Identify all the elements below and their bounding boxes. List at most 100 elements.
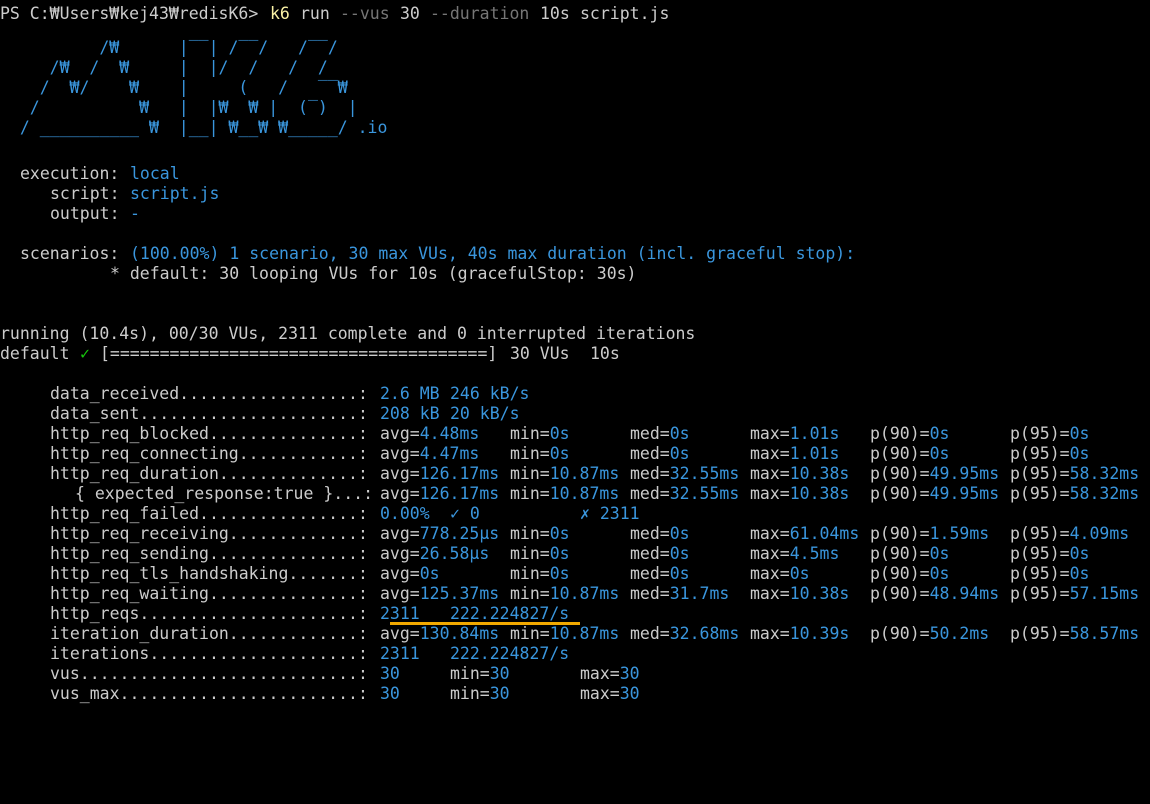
stat-p95: p(95)=0s [1010, 564, 1090, 583]
check-icon: ✓ [80, 344, 90, 363]
command-prompt-line: PS C:₩Users₩kej43₩redisK6> k6 run --vus … [0, 4, 669, 24]
stat-avg: avg=0s [380, 564, 440, 583]
metric-row-vus: vus............................: 30 min=… [0, 664, 640, 684]
stat-min: min=0s [510, 564, 570, 583]
stat-p95: p(95)=58.32ms [1010, 464, 1140, 483]
script-line: script: script.js [0, 184, 219, 204]
stat-med: med=32.55ms [630, 464, 740, 483]
metric-name: data_sent......................: [50, 404, 368, 423]
metric-name: http_req_receiving.............: [50, 524, 368, 543]
stat-med: med=0s [630, 544, 690, 563]
stat-min: min=10.87ms [510, 464, 620, 483]
stat-p90: p(90)=0s [870, 424, 950, 443]
default-scenario-text: * default: 30 looping VUs for 10s (grace… [110, 264, 637, 283]
stat-med: med=0s [630, 444, 690, 463]
metric-value: 208 kB [380, 404, 440, 423]
stat-avg: avg=130.84ms [380, 624, 500, 643]
stat-med: med=0s [630, 424, 690, 443]
metric-row-http-reqs: http_reqs......................: 2311 22… [0, 604, 569, 624]
progress-duration: 10s [590, 344, 620, 363]
metric-row-iteration-duration: iteration_duration.............: avg=130… [0, 624, 1139, 644]
metric-row-http-req-receiving: http_req_receiving.............: avg=778… [0, 524, 1129, 544]
metric-row-expected-response: { expected_response:true }...: avg=126.1… [0, 484, 1139, 504]
metric-name: iterations.....................: [50, 644, 368, 663]
running-status-text: running (10.4s), 00/30 VUs, 2311 complet… [0, 324, 696, 343]
metric-value: 2311 [380, 604, 420, 623]
stat-max: max=0s [750, 564, 810, 583]
metric-row-iterations: iterations.....................: 2311 22… [0, 644, 569, 664]
stat-avg: avg=26.58µs [380, 544, 490, 563]
metric-value: 2.6 MB [380, 384, 440, 403]
command-arg-run: run [300, 4, 330, 23]
failed-rate: 0.00% [380, 504, 430, 523]
metric-name: iteration_duration.............: [50, 624, 368, 643]
stat-max: max=10.38s [750, 464, 850, 483]
metric-value: 30 [380, 664, 400, 683]
stat-avg: avg=778.25µs [380, 524, 500, 543]
output-label: output: [50, 204, 120, 223]
stat-p95: p(95)=0s [1010, 424, 1090, 443]
output-value: - [130, 204, 140, 223]
metric-name: http_req_connecting............: [50, 444, 368, 463]
scenario-name: default [0, 344, 70, 363]
execution-value: local [130, 164, 180, 183]
metric-row-http-req-failed: http_req_failed................: 0.00% ✓… [0, 504, 640, 524]
script-value: script.js [130, 184, 220, 203]
stat-min: min=0s [510, 544, 570, 563]
stat-avg: avg=126.17ms [380, 464, 500, 483]
stat-p90: p(90)=1.59ms [870, 524, 990, 543]
k6-ascii-logo: /₩ |‾‾| /‾‾/ /‾‾/ /₩ / ₩ | |/ / / / / ₩/… [19, 38, 388, 137]
stat-min: min=0s [510, 444, 570, 463]
scenarios-value: (100.00%) 1 scenario, 30 max VUs, 40s ma… [130, 244, 856, 263]
terminal-window[interactable]: PS C:₩Users₩kej43₩redisK6> k6 run --vus … [0, 0, 1150, 715]
metric-row-http-req-blocked: http_req_blocked...............: avg=4.4… [0, 424, 1089, 444]
command-name: k6 [270, 4, 290, 23]
stat-p95: p(95)=58.57ms [1010, 624, 1140, 643]
command-script: script.js [580, 4, 670, 23]
stat-avg: avg=125.37ms [380, 584, 500, 603]
stat-p95: p(95)=57.15ms [1010, 584, 1140, 603]
metric-value: 2311 [380, 644, 420, 663]
stat-med: med=32.68ms [630, 624, 740, 643]
metric-row-http-req-sending: http_req_sending...............: avg=26.… [0, 544, 1089, 564]
stat-min: min=30 [450, 664, 510, 683]
running-status-line: running (10.4s), 00/30 VUs, 2311 complet… [0, 324, 695, 344]
stat-med: med=32.55ms [630, 484, 740, 503]
command-flag-duration: --duration [430, 4, 530, 23]
stat-min: min=0s [510, 524, 570, 543]
metric-name: http_req_waiting...............: [50, 584, 368, 603]
stat-p90: p(90)=50.2ms [870, 624, 990, 643]
stat-med: med=0s [630, 524, 690, 543]
failed-pass-count: ✓ 0 [450, 504, 480, 523]
stat-med: med=0s [630, 564, 690, 583]
metric-rate: 20 kB/s [450, 404, 520, 423]
stat-max: max=61.04ms [750, 524, 860, 543]
stat-max: max=30 [580, 684, 640, 703]
command-duration-value: 10s [540, 4, 570, 23]
stat-p95: p(95)=0s [1010, 444, 1090, 463]
stat-max: max=10.38s [750, 584, 850, 603]
stat-p95: p(95)=4.09ms [1010, 524, 1130, 543]
stat-max: max=10.38s [750, 484, 850, 503]
metric-row-vus-max: vus_max........................: 30 min=… [0, 684, 640, 704]
metric-name: http_reqs......................: [50, 604, 368, 623]
metric-name: vus_max........................: [50, 684, 368, 703]
metric-name: http_req_failed................: [50, 504, 368, 523]
stat-avg: avg=4.47ms [380, 444, 480, 463]
default-scenario-line: * default: 30 looping VUs for 10s (grace… [0, 264, 637, 284]
metric-row-data-received: data_received..................: 2.6 MB … [0, 384, 529, 404]
metric-name: http_req_duration..............: [50, 464, 368, 483]
metric-name: vus............................: [50, 664, 368, 683]
metric-rate: 222.224827/s [450, 604, 570, 623]
metric-row-http-req-duration: http_req_duration..............: avg=126… [0, 464, 1139, 484]
stat-max: max=1.01s [750, 424, 840, 443]
stat-p90: p(90)=49.95ms [870, 464, 1000, 483]
progress-vus: 30 VUs [510, 344, 570, 363]
stat-min: min=10.87ms [510, 624, 620, 643]
stat-avg: avg=126.17ms [380, 484, 500, 503]
stat-max: max=1.01s [750, 444, 840, 463]
metric-row-http-req-connecting: http_req_connecting............: avg=4.4… [0, 444, 1089, 464]
stat-min: min=0s [510, 424, 570, 443]
stat-p90: p(90)=48.94ms [870, 584, 1000, 603]
scenarios-line: scenarios: (100.00%) 1 scenario, 30 max … [0, 244, 855, 264]
